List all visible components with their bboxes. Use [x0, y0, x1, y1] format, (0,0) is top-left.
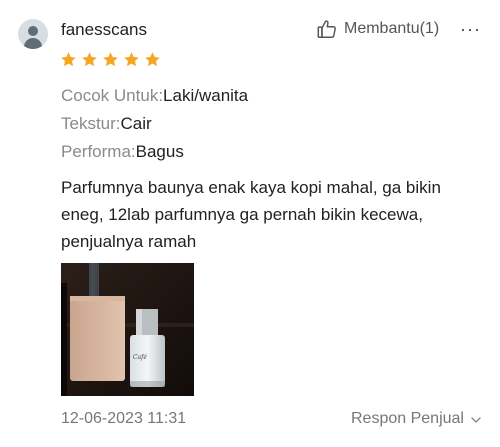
review-photo[interactable]: Café — [61, 263, 194, 396]
thumbs-up-icon — [317, 20, 336, 38]
bottle-label: Café — [133, 354, 147, 361]
seller-response-toggle[interactable]: Respon Penjual — [351, 408, 482, 430]
attribute-suitable-for: Cocok Untuk:Laki/wanita — [61, 85, 248, 107]
attribute-performance: Performa:Bagus — [61, 141, 184, 163]
attribute-texture: Tekstur:Cair — [61, 113, 152, 135]
star-rating — [60, 51, 161, 68]
helpful-button[interactable]: Membantu(1) — [316, 18, 439, 40]
attribute-key: Tekstur: — [61, 114, 121, 133]
star-icon — [103, 52, 118, 67]
review-date: 12-06-2023 11:31 — [61, 410, 187, 427]
star-icon — [145, 52, 160, 67]
review-text: Parfumnya baunya enak kaya kopi mahal, g… — [61, 178, 441, 251]
perfume-photo-image: Café — [61, 263, 194, 396]
review-card: fanesscans Membantu(1) ··· Cocok Untuk:L… — [0, 0, 500, 447]
attribute-value: Laki/wanita — [163, 86, 249, 105]
star-icon — [61, 52, 76, 67]
chevron-down-icon — [471, 416, 481, 423]
helpful-label: Membantu(1) — [344, 20, 440, 37]
attribute-key: Performa: — [61, 142, 136, 161]
user-avatar-icon[interactable] — [18, 19, 48, 49]
attribute-value: Cair — [120, 114, 152, 133]
attribute-value: Bagus — [135, 142, 184, 161]
star-icon — [82, 52, 97, 67]
attribute-key: Cocok Untuk: — [61, 86, 164, 105]
seller-response-label: Respon Penjual — [351, 410, 464, 427]
more-options-button[interactable]: ··· — [460, 18, 481, 40]
username[interactable]: fanesscans — [61, 19, 147, 41]
star-icon — [124, 52, 139, 67]
